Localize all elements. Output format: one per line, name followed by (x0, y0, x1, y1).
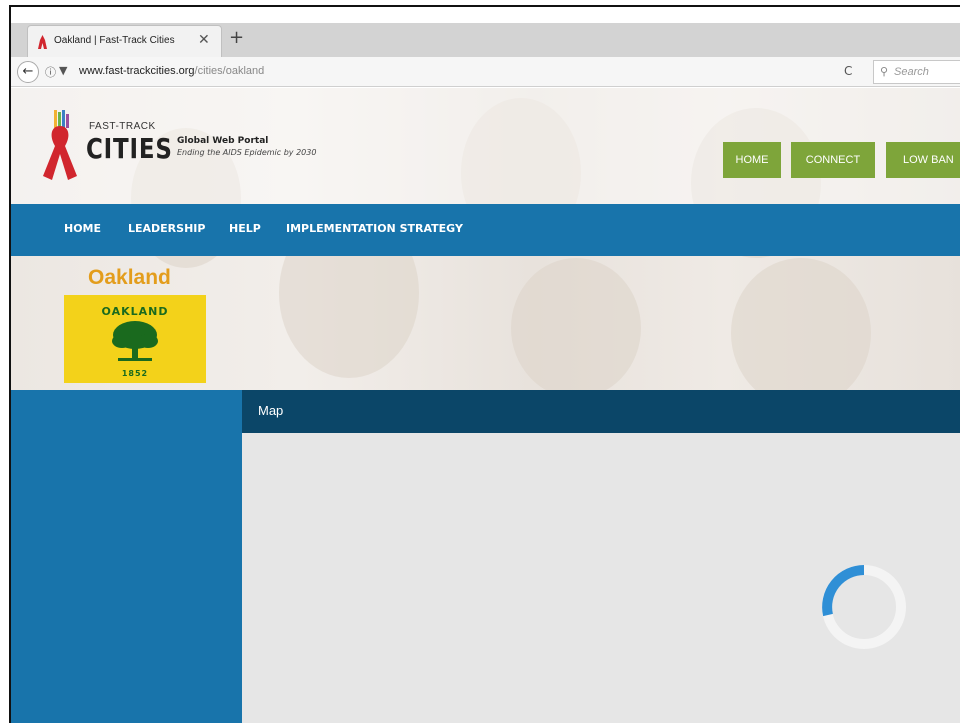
url-field[interactable]: www.fast-trackcities.org/cities/oakland (79, 65, 264, 77)
nav-help[interactable]: HELP (229, 222, 261, 235)
map-title: Map (258, 403, 284, 418)
red-ribbon-icon (38, 35, 47, 49)
info-icon[interactable]: ⓘ (45, 64, 56, 80)
nav-leadership[interactable]: LEADERSHIP (128, 222, 205, 235)
main-navigation: HOME LEADERSHIP HELP IMPLEMENTATION STRA… (11, 204, 960, 256)
background-face (731, 258, 871, 390)
url-path: /cities/oakland (194, 65, 265, 77)
reload-icon[interactable]: C (844, 64, 852, 78)
left-sidebar (11, 390, 242, 723)
tab-title: Oakland | Fast-Track Cities (54, 35, 175, 46)
loading-spinner-icon (822, 565, 906, 649)
address-bar-row: ← ⓘ ▼ www.fast-trackcities.org/cities/oa… (11, 57, 960, 87)
logo-cities: CITIES (86, 132, 173, 165)
portal-subtitle: Ending the AIDS Epidemic by 2030 (177, 148, 317, 157)
portal-title: Global Web Portal (177, 136, 269, 146)
browser-window: Oakland | Fast-Track Cities ✕ + ← ⓘ ▼ ww… (9, 5, 960, 723)
tab-strip: Oakland | Fast-Track Cities ✕ + (11, 23, 960, 57)
map-panel[interactable] (242, 433, 960, 723)
shield-icon[interactable]: ▼ (59, 64, 67, 77)
back-button[interactable]: ← (17, 61, 39, 83)
connect-button[interactable]: CONNECT (791, 142, 875, 178)
home-button[interactable]: HOME (723, 142, 781, 178)
new-tab-button[interactable]: + (229, 27, 244, 48)
city-name: Oakland (88, 266, 171, 289)
low-bandwidth-button[interactable]: LOW BAN (886, 142, 960, 178)
nav-implementation-strategy[interactable]: IMPLEMENTATION STRATEGY (286, 222, 463, 235)
background-face (511, 258, 641, 390)
close-tab-icon[interactable]: ✕ (198, 32, 210, 48)
logo-fast-track: FAST-TRACK (89, 121, 156, 132)
flag-year: 1852 (121, 369, 149, 378)
oak-tree-icon (112, 321, 158, 361)
map-header: Map (242, 390, 960, 433)
search-icon: ⚲ (880, 65, 889, 78)
nav-home[interactable]: HOME (64, 222, 101, 235)
search-placeholder: Search (894, 66, 929, 78)
city-flag: OAKLAND 1852 (64, 295, 206, 383)
hero-banner: FAST-TRACK CITIES Global Web Portal Endi… (11, 88, 960, 390)
browser-tab[interactable]: Oakland | Fast-Track Cities ✕ (27, 25, 222, 57)
aids-ribbon-logo-icon[interactable] (43, 110, 77, 180)
search-box[interactable]: ⚲ Search (873, 60, 960, 84)
flag-text: OAKLAND (101, 305, 169, 318)
web-page: FAST-TRACK CITIES Global Web Portal Endi… (11, 88, 960, 723)
url-domain: www.fast-trackcities.org (79, 65, 195, 77)
